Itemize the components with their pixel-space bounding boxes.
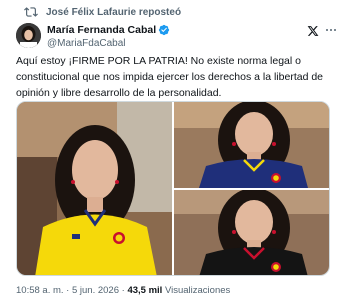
- avatar[interactable]: [16, 23, 41, 48]
- author-handle[interactable]: @MariaFdaCabal: [47, 38, 170, 49]
- tweet-date[interactable]: 5 jun. 2026: [72, 285, 119, 296]
- tweet-text: Aquí estoy ¡FIRME POR LA PATRIA! No exis…: [16, 55, 324, 99]
- views-count: 43,5 mil: [127, 285, 163, 296]
- repost-indicator[interactable]: José Félix Lafaurie reposteó: [24, 5, 181, 19]
- verified-badge-icon: [158, 24, 170, 36]
- more-options-icon[interactable]: [324, 24, 338, 36]
- tweet-meta: 10:58 a. m. · 5 jun. 2026 · 43,5 mil Vis…: [16, 285, 230, 296]
- photo-navy-jersey[interactable]: [174, 102, 329, 188]
- views-label: Visualizaciones: [164, 285, 231, 296]
- media-grid: [16, 101, 330, 276]
- x-logo-icon: [307, 24, 319, 36]
- repost-icon: [24, 5, 38, 19]
- repost-text: José Félix Lafaurie reposteó: [46, 6, 182, 18]
- tweet-time[interactable]: 10:58 a. m.: [16, 285, 64, 296]
- meta-separator: ·: [66, 285, 70, 296]
- photo-yellow-jersey[interactable]: [17, 102, 172, 275]
- author-display-name[interactable]: María Fernanda Cabal: [47, 24, 156, 36]
- photo-black-jersey[interactable]: [174, 190, 329, 275]
- meta-separator-2: ·: [121, 285, 125, 296]
